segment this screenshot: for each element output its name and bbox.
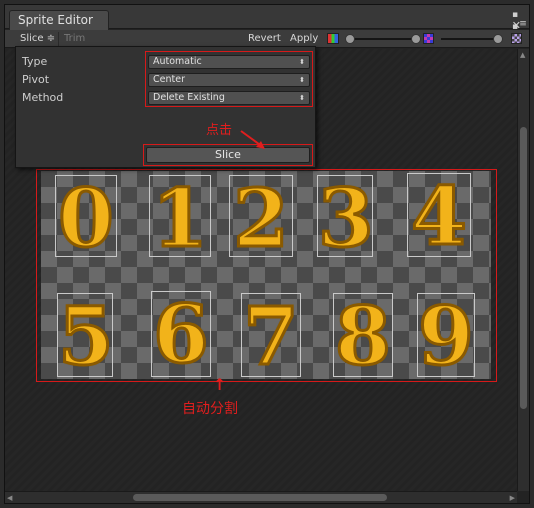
dropdown-arrow-icon: ⬍ — [299, 94, 305, 102]
horizontal-scrollbar[interactable]: ◀ ▶ — [5, 491, 517, 503]
slice-popup: Type Automatic ⬍ Pivot Center ⬍ Method D… — [15, 46, 316, 168]
vertical-scroll-thumb[interactable] — [520, 127, 527, 409]
pivot-dropdown[interactable]: Center ⬍ — [148, 73, 310, 87]
scroll-left-icon[interactable]: ◀ — [7, 492, 12, 504]
up-arrow-icon: ↑ — [213, 375, 227, 394]
dropdown-arrow-icon: ⬍ — [299, 76, 305, 84]
type-value: Automatic — [153, 56, 202, 67]
click-arrow-icon — [240, 130, 265, 149]
tab-sprite-editor[interactable]: Sprite Editor — [9, 10, 109, 30]
vertical-scrollbar[interactable]: ▲ — [517, 49, 529, 491]
horizontal-scroll-thumb[interactable] — [133, 494, 387, 501]
slice-button[interactable]: Slice — [146, 147, 310, 163]
mip-slider-thumb[interactable] — [493, 34, 503, 44]
alpha-icon[interactable] — [511, 33, 522, 44]
color-channel-icon[interactable] — [327, 33, 339, 44]
auto-split-annotation: 自动分割 — [182, 401, 238, 417]
scroll-right-icon[interactable]: ▶ — [510, 492, 515, 504]
scroll-up-icon[interactable]: ▲ — [520, 51, 525, 59]
mipmap-icon[interactable] — [423, 33, 434, 44]
menu-icon[interactable]: ≡ — [517, 18, 529, 30]
dropdown-arrow-icon: ⬍ — [299, 58, 305, 66]
method-value: Delete Existing — [153, 92, 225, 103]
method-label: Method — [22, 91, 64, 104]
method-dropdown[interactable]: Delete Existing ⬍ — [148, 91, 310, 105]
zoom-slider-track[interactable] — [349, 38, 415, 40]
window-titlebar: Sprite Editor ▪ ▪ ✕ ≡ — [5, 5, 529, 32]
auto-split-highlight — [36, 169, 497, 382]
pivot-value: Center — [153, 74, 185, 85]
type-label: Type — [22, 55, 48, 68]
pivot-label: Pivot — [22, 73, 50, 86]
type-dropdown[interactable]: Automatic ⬍ — [148, 55, 310, 69]
sprite-editor-window: Sprite Editor ▪ ▪ ✕ ≡ Slice ≑ Trim Rever… — [4, 4, 530, 504]
click-annotation: 点击 — [206, 123, 233, 138]
zoom-slider-end-thumb[interactable] — [411, 34, 421, 44]
zoom-slider-thumb[interactable] — [345, 34, 355, 44]
